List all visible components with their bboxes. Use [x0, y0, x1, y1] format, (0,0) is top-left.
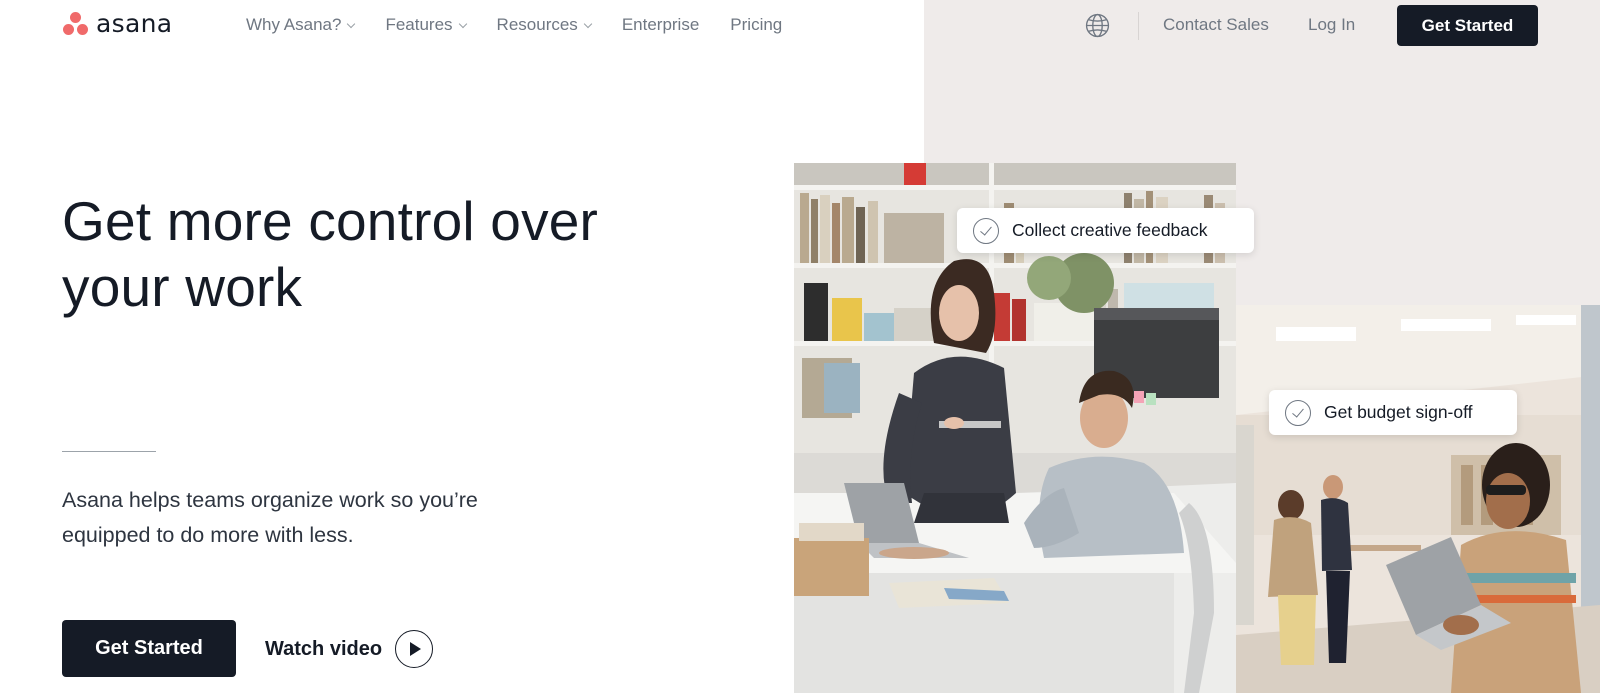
contact-sales-link[interactable]: Contact Sales: [1163, 15, 1269, 35]
asana-logo[interactable]: asana: [62, 10, 172, 38]
nav-link-label: Features: [385, 15, 453, 34]
chevron-down-icon: [583, 19, 593, 28]
nav-pricing[interactable]: Pricing: [730, 15, 782, 35]
get-started-button[interactable]: Get Started: [1397, 5, 1538, 46]
workshop-photo: [1236, 305, 1600, 693]
nav-divider: [1138, 12, 1139, 40]
check-circle-icon: [973, 217, 999, 244]
hero-headline: Get more control over your work: [62, 190, 599, 318]
hero-get-started-button[interactable]: Get Started: [62, 620, 236, 677]
play-icon: [395, 630, 434, 668]
globe-icon[interactable]: [1085, 13, 1110, 38]
nav-resources[interactable]: Resources: [496, 15, 593, 35]
logo-wordmark: asana: [96, 9, 173, 38]
nav-features[interactable]: Features: [385, 15, 467, 35]
chevron-down-icon: [347, 19, 356, 28]
nav-link-label: Pricing: [730, 15, 783, 34]
task-card: Get budget sign-off: [1269, 390, 1517, 435]
nav-link-label: Resources: [496, 15, 578, 34]
nav-link-label: Why Asana?: [246, 15, 342, 34]
top-navigation: asana Why Asana? Features Resources Ente…: [0, 0, 1600, 52]
hero-subtext: Asana helps teams organize work so you’r…: [62, 488, 478, 547]
watch-video-label: Watch video: [265, 637, 383, 660]
nav-link-label: Enterprise: [621, 15, 700, 34]
chevron-down-icon: [458, 19, 467, 28]
hero-divider: [62, 451, 156, 452]
check-circle-icon: [1285, 399, 1311, 426]
login-link[interactable]: Log In: [1308, 15, 1355, 35]
task-card: Collect creative feedback: [957, 208, 1254, 253]
watch-video-button[interactable]: Watch video: [265, 630, 434, 668]
primary-nav: Why Asana? Features Resources Enterprise…: [246, 15, 782, 35]
nav-enterprise[interactable]: Enterprise: [622, 15, 699, 35]
nav-why-asana[interactable]: Why Asana?: [246, 15, 356, 35]
task-card-label: Get budget sign-off: [1324, 402, 1473, 422]
task-card-label: Collect creative feedback: [1012, 220, 1208, 240]
asana-logo-icon: [62, 10, 90, 38]
